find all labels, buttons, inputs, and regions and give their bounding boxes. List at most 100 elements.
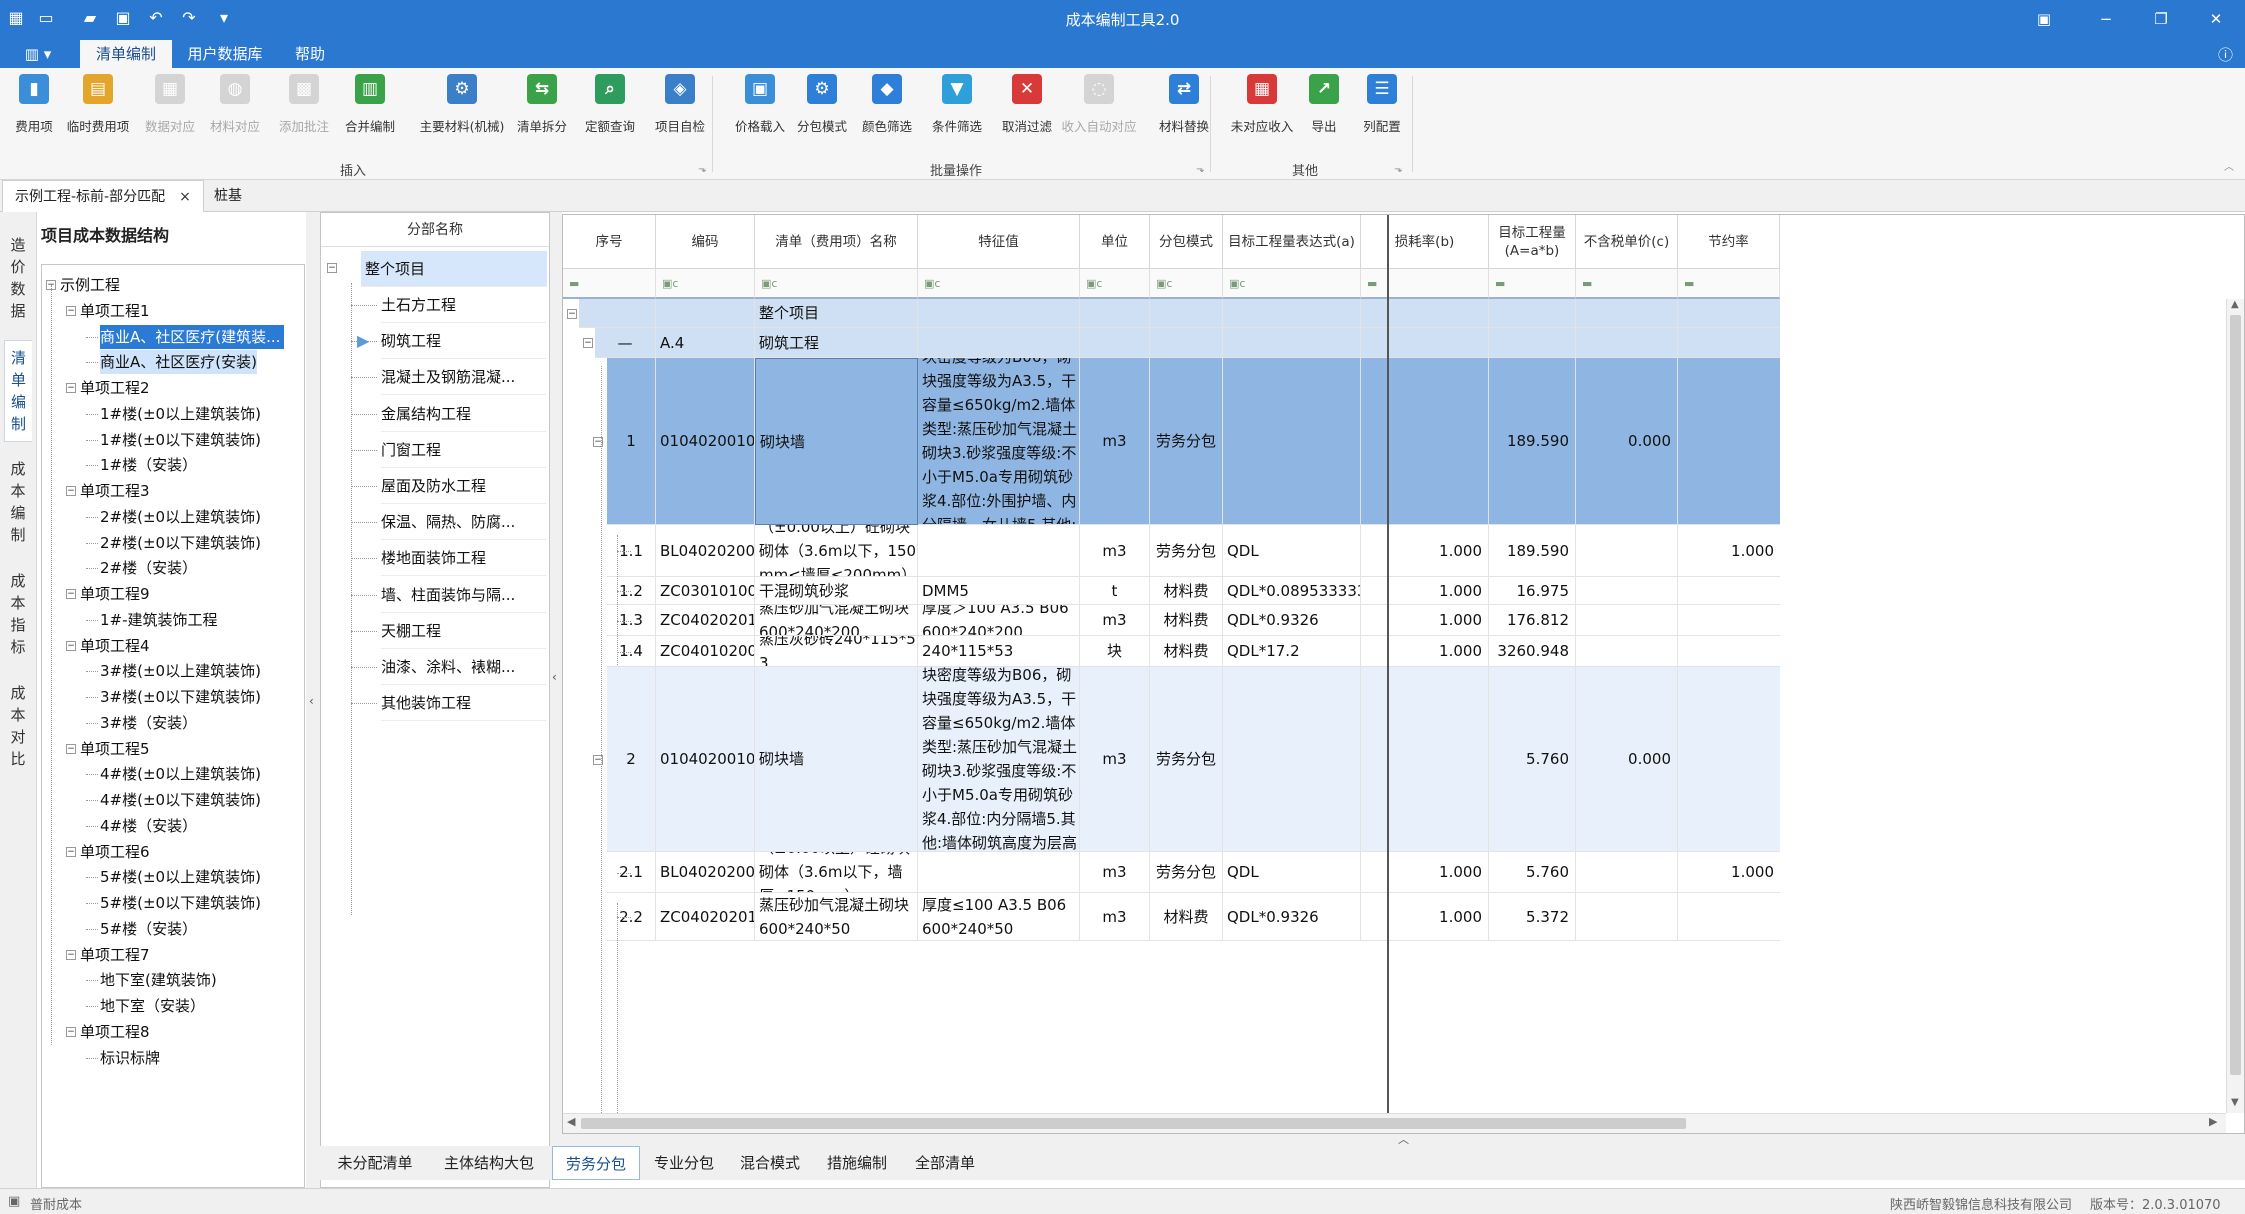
expand-toggle-icon[interactable]: − xyxy=(66,305,76,316)
tree-node[interactable]: 商业A、社区医疗(安装) xyxy=(100,350,257,375)
grid-cell[interactable]: 240*115*53 xyxy=(918,636,1080,667)
grid-cell[interactable]: 5.760 xyxy=(1489,667,1576,852)
grid-cell[interactable] xyxy=(1361,358,1489,525)
grid-cell[interactable]: 2 xyxy=(607,667,656,852)
row-toggle-icon[interactable]: − xyxy=(567,308,577,319)
grid-cell[interactable] xyxy=(1361,299,1489,328)
tree-node[interactable]: 单项工程6 xyxy=(80,840,150,864)
grid-cell[interactable] xyxy=(1678,605,1780,636)
section-root[interactable]: 整个项目 xyxy=(361,251,547,287)
horizontal-scrollbar[interactable]: ◀ ▶ xyxy=(563,1113,2226,1133)
tree-node[interactable]: 4#楼（安装） xyxy=(100,814,197,838)
expand-toggle-icon[interactable]: − xyxy=(66,589,76,599)
expand-toggle-icon[interactable]: − xyxy=(66,846,76,857)
grid-cell[interactable]: 1.3 xyxy=(607,605,656,636)
machinery-button[interactable]: ⚙ 主要材料(机械) xyxy=(416,74,508,154)
paint-bucket-button[interactable]: ◆ 颜色筛选 xyxy=(855,74,919,154)
tree-node[interactable]: 单项工程5 xyxy=(80,737,150,761)
section-item[interactable]: 砌筑工程 xyxy=(381,323,546,360)
grid-cell[interactable]: QDL xyxy=(1223,525,1361,577)
book-button[interactable]: ▮ 费用项 xyxy=(12,74,56,154)
grid-cell[interactable]: m3 xyxy=(1080,893,1150,941)
section-item[interactable]: 土石方工程 xyxy=(381,287,546,323)
tree-node[interactable]: 4#楼(±0以上建筑装饰) xyxy=(100,762,261,786)
grid-cell[interactable] xyxy=(918,852,1080,893)
scroll-left-icon[interactable]: ◀ xyxy=(567,1115,575,1128)
column-config-button[interactable]: ☰ 列配置 xyxy=(1355,74,1409,154)
grid-cell[interactable]: 1 xyxy=(607,358,656,525)
grid-cell[interactable] xyxy=(1080,299,1150,328)
grid-cell[interactable]: 1.砌块品种、规格、强度等级:100mm厚，砌块密度等级为B06，砌块强度等级为… xyxy=(918,667,1080,852)
tree-node[interactable]: 3#楼(±0以上建筑装饰) xyxy=(100,659,261,683)
bottom-tab[interactable]: 全部清单 xyxy=(904,1146,986,1180)
grid-cell[interactable]: 块 xyxy=(1080,636,1150,667)
grid-cell[interactable] xyxy=(656,299,755,328)
section-item[interactable]: 油漆、涂料、裱糊... xyxy=(381,649,546,685)
grid-cell[interactable] xyxy=(1489,328,1576,358)
restore-button[interactable]: ❐ xyxy=(2150,8,2172,30)
section-item[interactable]: 混凝土及钢筋混凝... xyxy=(381,359,546,396)
tree-node[interactable]: 5#楼（安装） xyxy=(100,917,197,941)
column-header[interactable]: 单位 xyxy=(1080,215,1150,269)
tree-node[interactable]: 单项工程7 xyxy=(80,943,150,967)
minimize-button[interactable]: − xyxy=(2095,8,2117,30)
section-item[interactable]: 楼地面装饰工程 xyxy=(381,540,546,577)
tree-node[interactable]: 单项工程9 xyxy=(80,582,150,606)
gear-button[interactable]: ⚙ 分包模式 xyxy=(790,74,854,154)
column-filter[interactable]: ▬ xyxy=(1361,269,1489,299)
grid-cell[interactable]: 蒸压砂加气混凝土砌块600*240*200 xyxy=(755,605,918,636)
tab-list[interactable]: 清单编制 xyxy=(80,40,172,68)
collapse-left-icon[interactable]: ‹ xyxy=(309,694,314,708)
grid-cell[interactable] xyxy=(1576,605,1678,636)
grid-cell[interactable]: DMM5 xyxy=(918,577,1080,605)
grid-cell[interactable]: QDL*0.9326 xyxy=(1223,605,1361,636)
group-launcher-icon[interactable]: ⬎ xyxy=(1196,164,1204,175)
side-tab-3[interactable]: 成本指标 xyxy=(4,564,32,664)
grid-cell[interactable] xyxy=(1150,299,1223,328)
grid-cell[interactable] xyxy=(1150,328,1223,358)
vertical-scrollbar[interactable]: ▲ ▼ xyxy=(2226,299,2244,1113)
grid-cell[interactable]: 010402001001 xyxy=(656,358,755,525)
tree-node[interactable]: 单项工程4 xyxy=(80,634,150,658)
tree-node[interactable]: 3#楼（安装） xyxy=(100,711,197,735)
bottom-tab[interactable]: 专业分包 xyxy=(642,1146,726,1180)
tree-node[interactable]: 单项工程3 xyxy=(80,479,150,503)
tree-node[interactable]: 1#楼(±0以上建筑装饰) xyxy=(100,402,261,426)
section-item[interactable]: 门窗工程 xyxy=(381,432,546,468)
expand-toggle-icon[interactable]: − xyxy=(66,949,76,960)
grid-cell[interactable]: 劳务分包 xyxy=(1150,852,1223,893)
section-item[interactable]: 其他装饰工程 xyxy=(381,685,546,722)
grid-cell[interactable]: 材料费 xyxy=(1150,605,1223,636)
vertical-scroll-thumb[interactable] xyxy=(2230,315,2241,1075)
column-header[interactable]: 损耗率(b) xyxy=(1361,215,1489,269)
column-header[interactable]: 特征值 xyxy=(918,215,1080,269)
side-tab-1[interactable]: 清单编制 xyxy=(4,340,32,442)
grid-cell[interactable]: 劳务分包 xyxy=(1150,525,1223,577)
tree-node[interactable]: 单项工程2 xyxy=(80,376,150,400)
grid-cell[interactable] xyxy=(1678,636,1780,667)
grid-cell[interactable] xyxy=(1576,893,1678,941)
tree-node[interactable]: 5#楼(±0以下建筑装饰) xyxy=(100,891,261,915)
column-header[interactable]: 编码 xyxy=(656,215,755,269)
column-filter[interactable]: ▣c xyxy=(755,269,918,299)
expand-toggle-icon[interactable]: − xyxy=(66,1026,76,1037)
grid-cell[interactable]: 2.2 xyxy=(607,893,656,941)
column-filter[interactable]: ▬ xyxy=(1489,269,1576,299)
row-toggle-icon[interactable]: − xyxy=(583,338,593,348)
tree-node[interactable]: 单项工程8 xyxy=(80,1020,150,1044)
tree-node[interactable]: 地下室(建筑装饰) xyxy=(100,968,217,992)
column-filter[interactable]: ▬ xyxy=(1576,269,1678,299)
column-filter[interactable]: ▬ xyxy=(1678,269,1780,299)
split-button[interactable]: ⇆ 清单拆分 xyxy=(510,74,574,154)
column-header[interactable]: 目标工程量 (A=a*b) xyxy=(1489,215,1576,269)
grid-cell[interactable]: ZC040102000204 xyxy=(656,636,755,667)
section-item[interactable]: 金属结构工程 xyxy=(381,396,546,432)
grid-cell[interactable] xyxy=(1223,299,1361,328)
grid-cell[interactable] xyxy=(1678,358,1780,525)
grid-cell[interactable]: m3 xyxy=(1080,667,1150,852)
grid-cell[interactable]: 1.000 xyxy=(1361,852,1489,893)
expand-toggle-icon[interactable]: − xyxy=(66,486,76,496)
tab-userdb[interactable]: 用户数据库 xyxy=(177,40,273,68)
grid-cell[interactable]: 材料费 xyxy=(1150,893,1223,941)
grid-cell[interactable]: QDL*0.089533333 xyxy=(1223,577,1361,605)
